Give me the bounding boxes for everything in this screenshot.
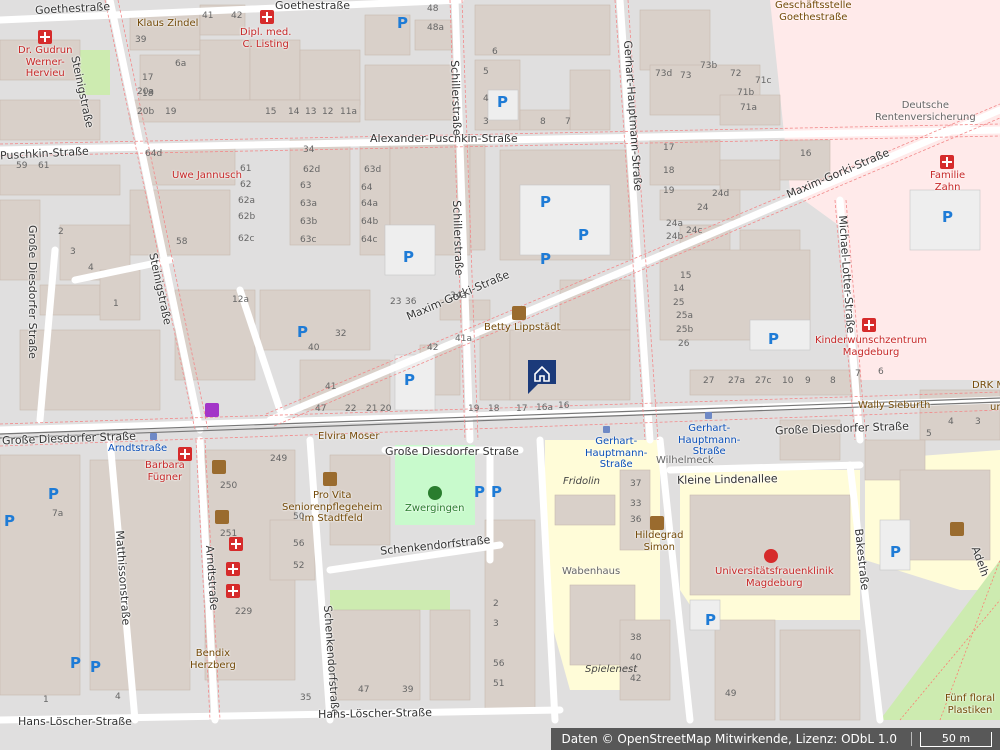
poi-label[interactable]: Familie Zahn (930, 170, 965, 193)
doctor-icon[interactable] (178, 447, 192, 461)
parking-icon[interactable]: P (397, 16, 408, 31)
poi-label[interactable]: Betty Lippstädt (484, 322, 561, 334)
poi-label[interactable]: Fünf floral Plastiken (945, 693, 995, 716)
poi-label[interactable]: Geschäftsstelle Goethestraße (775, 0, 852, 23)
poi-label[interactable]: Wally Sieburth (858, 400, 930, 412)
pharmacy-icon[interactable] (229, 537, 243, 551)
park-label[interactable]: Zwergingen (405, 504, 464, 514)
street-label: Kleine Lindenallee (676, 472, 778, 487)
parking-icon[interactable]: P (942, 210, 953, 225)
parking-icon[interactable]: P (890, 545, 901, 560)
poi-label[interactable]: Fridolin (563, 477, 600, 487)
scale-label: 50 m (920, 731, 992, 747)
parking-icon[interactable]: P (90, 660, 101, 675)
street-label: Hans-Löscher-Straße (317, 706, 433, 721)
poi-label[interactable]: Deutsche Rentenversicherung (875, 100, 976, 123)
poi-label[interactable]: Dr. Gudrun Werner- Hervieu (18, 45, 72, 80)
parking-icon[interactable]: P (540, 195, 551, 210)
attribution-bar: Daten © OpenStreetMap Mitwirkende, Lizen… (551, 728, 1000, 750)
playground-icon[interactable] (428, 486, 442, 500)
parking-icon[interactable]: P (48, 487, 59, 502)
doctor-icon[interactable] (38, 30, 52, 44)
shop-icon[interactable] (205, 403, 219, 417)
poi-label[interactable]: DRK M (972, 380, 1000, 392)
scale-bar: 50 m (920, 731, 992, 747)
hospital-icon[interactable] (764, 549, 778, 563)
parking-icon[interactable]: P (578, 228, 589, 243)
parking-icon[interactable]: P (491, 485, 502, 500)
parking-icon[interactable]: P (403, 250, 414, 265)
kindergarten-icon[interactable] (950, 522, 964, 536)
art-icon[interactable] (215, 510, 229, 524)
doctor-icon[interactable] (226, 584, 240, 598)
parking-icon[interactable]: P (705, 613, 716, 628)
poi-label[interactable]: Kinderwunschzentrum Magdeburg (815, 335, 927, 358)
parking-icon[interactable]: P (474, 485, 485, 500)
tram-stop-icon[interactable] (705, 412, 712, 419)
shop-icon[interactable] (212, 460, 226, 474)
map-view[interactable]: Goethestraße Goethestraße Steinigstraße … (0, 0, 1000, 750)
doctor-icon[interactable] (226, 562, 240, 576)
street-label: Schillerstraße (448, 59, 464, 136)
stop-label[interactable]: Gerhart- Hauptmann- Straße (585, 436, 647, 471)
parking-icon[interactable]: P (404, 373, 415, 388)
street-label: Goethestraße (275, 0, 351, 12)
poi-label[interactable]: und J (990, 402, 1000, 414)
stop-label[interactable]: Arndtstraße (108, 443, 167, 455)
poi-label[interactable]: Uwe Jannusch (172, 170, 242, 182)
dentist-icon[interactable] (940, 155, 954, 169)
poi-label[interactable]: Hildegrad Simon (635, 530, 684, 553)
stop-label[interactable]: Gerhart- Hauptmann- Straße (678, 423, 740, 458)
poi-label[interactable]: Klaus Zindel (137, 18, 198, 30)
street-label: Große Diesdorfer Straße (26, 225, 39, 359)
parking-icon[interactable]: P (497, 95, 508, 110)
kindergarten-icon[interactable] (650, 516, 664, 530)
poi-label[interactable]: Wabenhaus (562, 566, 620, 578)
poi-label[interactable]: Elvira Moser (318, 431, 379, 443)
nursing-icon[interactable] (323, 472, 337, 486)
poi-label[interactable]: Barbara Fügner (145, 460, 185, 483)
street-label: Große Diesdorfer Straße (385, 445, 519, 458)
poi-label[interactable]: Bendix Herzberg (190, 648, 236, 671)
attribution-text[interactable]: Daten © OpenStreetMap Mitwirkende, Lizen… (551, 732, 912, 746)
parking-icon[interactable]: P (540, 252, 551, 267)
hotel-icon[interactable] (512, 306, 526, 320)
street-label: Alexander-Puschkin-Straße (370, 132, 518, 145)
street-label: Hans-Löscher-Straße (18, 715, 132, 728)
poi-label[interactable]: Wilhelmeck (656, 455, 714, 467)
tram-stop-icon[interactable] (150, 433, 157, 440)
poi-label[interactable]: Universitätsfrauenklinik Magdeburg (715, 566, 834, 589)
tram-stop-icon[interactable] (603, 426, 610, 433)
parking-icon[interactable]: P (768, 332, 779, 347)
doctor-icon[interactable] (260, 10, 274, 24)
street-label: Schillerstraße (450, 199, 466, 276)
poi-label[interactable]: Dipl. med. C. Listing (240, 27, 291, 50)
parking-icon[interactable]: P (70, 656, 81, 671)
clinic-icon[interactable] (862, 318, 876, 332)
parking-icon[interactable]: P (297, 325, 308, 340)
parking-icon[interactable]: P (4, 514, 15, 529)
